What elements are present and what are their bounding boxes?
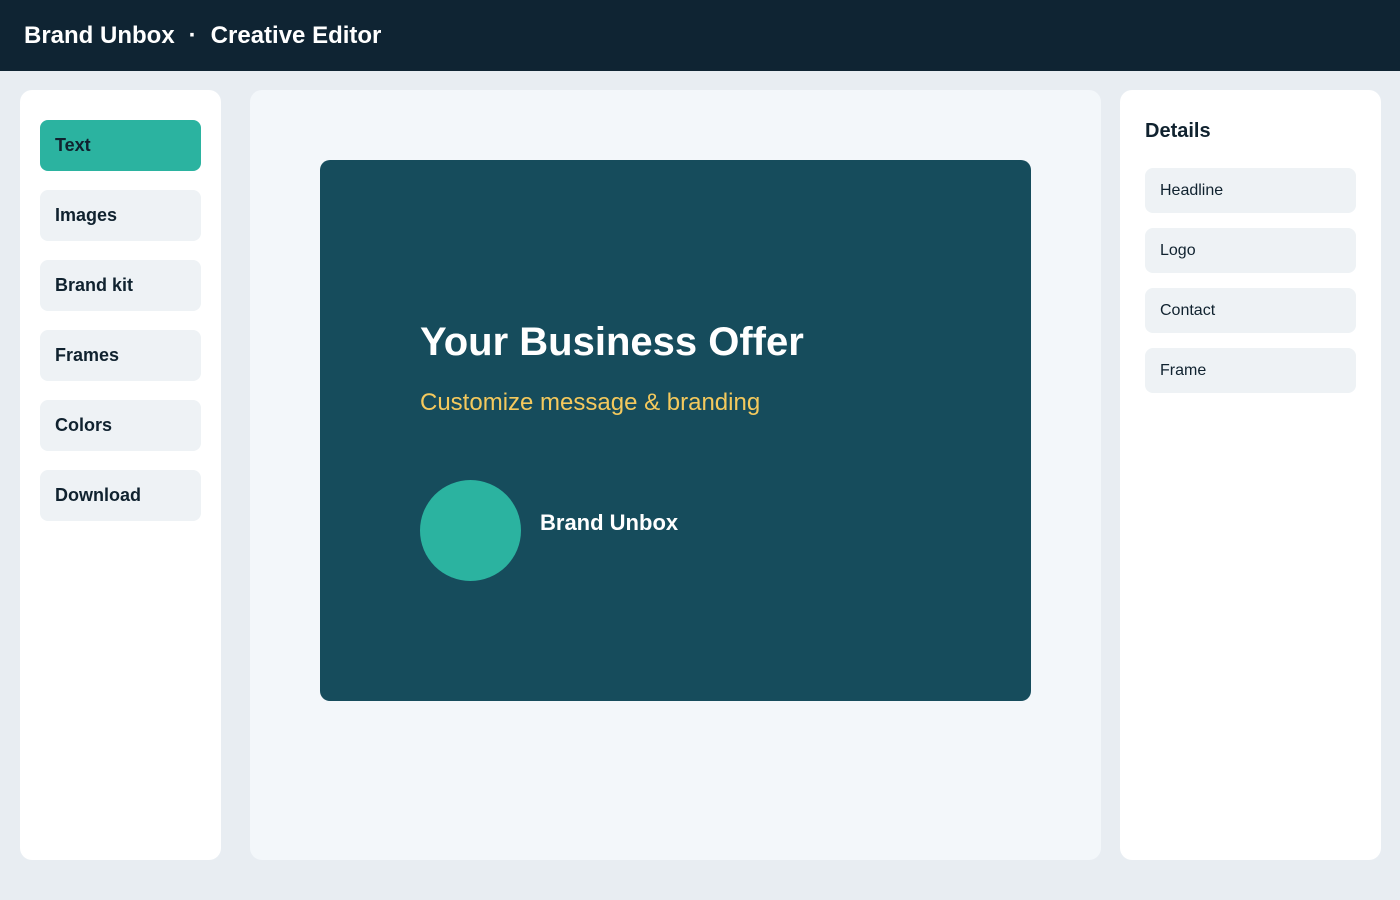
header-separator: · [188, 21, 197, 49]
details-title: Details [1145, 120, 1211, 142]
card-subline[interactable]: Customize message & branding [420, 389, 760, 417]
app-title: Creative Editor [210, 21, 382, 49]
logo-placeholder[interactable] [420, 480, 521, 581]
card-headline[interactable]: Your Business Offer [420, 320, 804, 365]
card-brand-name[interactable]: Brand Unbox [540, 510, 678, 536]
detail-item-frame[interactable]: Frame [1145, 348, 1356, 393]
canvas-area: Your Business Offer Customize message & … [250, 90, 1101, 860]
tool-text-button[interactable]: Text [40, 120, 201, 171]
top-bar: Brand Unbox · Creative Editor [0, 0, 1400, 71]
tools-panel: Text Images Brand kit Frames Colors Down… [20, 90, 221, 860]
detail-item-logo[interactable]: Logo [1145, 228, 1356, 273]
design-card[interactable]: Your Business Offer Customize message & … [320, 160, 1031, 701]
tool-frames-button[interactable]: Frames [40, 330, 201, 381]
detail-item-headline[interactable]: Headline [1145, 168, 1356, 213]
tool-colors-button[interactable]: Colors [40, 400, 201, 451]
details-panel: Details Headline Logo Contact Frame [1120, 90, 1381, 860]
tool-download-button[interactable]: Download [40, 470, 201, 521]
tool-images-button[interactable]: Images [40, 190, 201, 241]
detail-item-contact[interactable]: Contact [1145, 288, 1356, 333]
app-brand: Brand Unbox [24, 21, 175, 49]
tool-brand-kit-button[interactable]: Brand kit [40, 260, 201, 311]
